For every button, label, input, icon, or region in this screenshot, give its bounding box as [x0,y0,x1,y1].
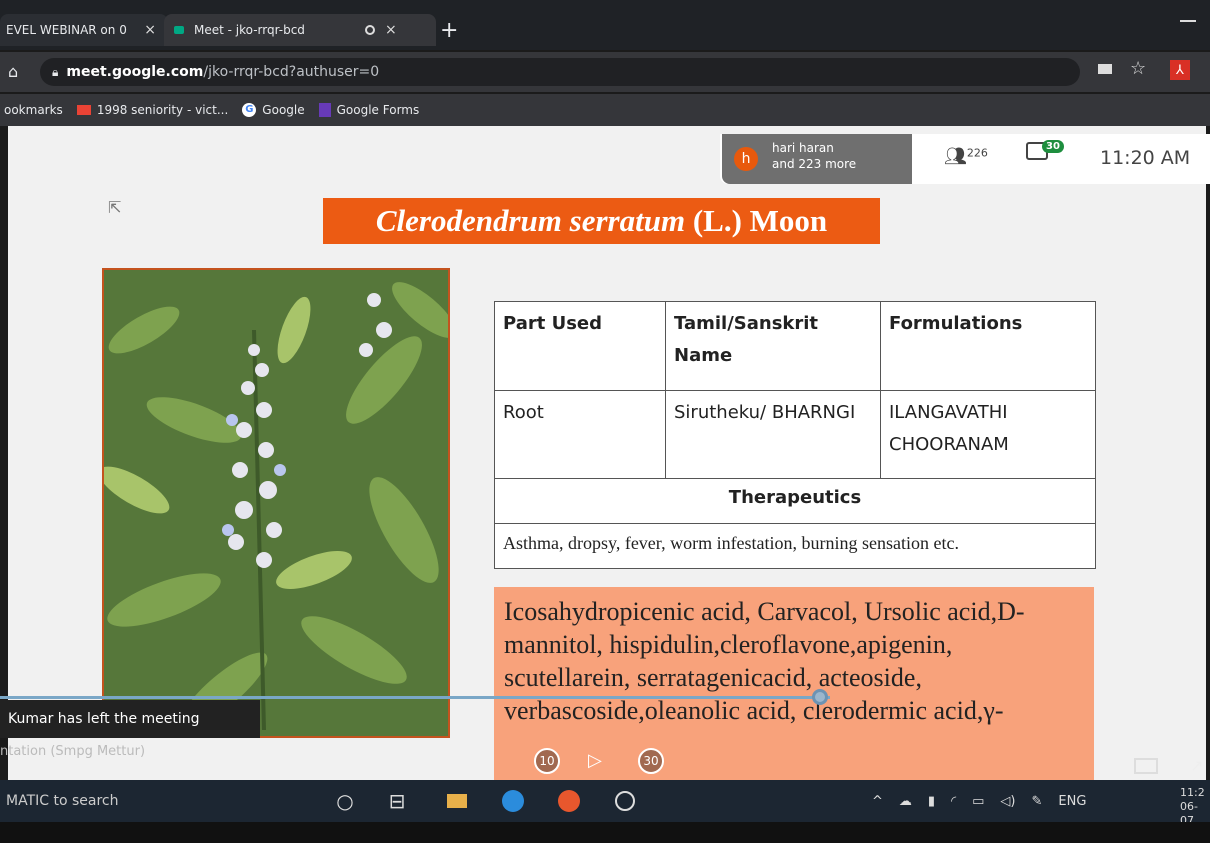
chat-button[interactable]: 30 [1026,140,1064,164]
progress-handle[interactable] [812,689,828,705]
table-header-row: Part Used Tamil/Sanskrit Name Formulatio… [494,301,1096,391]
google-icon: G [242,103,257,117]
bookmark-google-forms[interactable]: Google Forms [318,103,420,117]
minimize-icon[interactable] [1180,20,1196,22]
pen-icon[interactable]: ✎ [1031,794,1042,809]
participant-more: and 223 more [772,157,857,171]
people-button[interactable]: 👥︎226 [944,146,988,167]
close-icon[interactable]: × [144,22,156,38]
title-author: (L.) Moon [685,203,828,238]
star-icon[interactable]: ☆ [1130,58,1146,79]
cursor-icon: ⇱ [108,198,122,217]
tab-meet[interactable]: Meet - jko-rrqr-bcd × [164,14,436,46]
url-path: /jko-rrqr-bcd?authuser=0 [203,64,380,80]
recorder-icon[interactable] [612,788,638,814]
url-host: meet.google.com [66,64,204,80]
home-icon[interactable]: ⌂ [8,62,18,81]
info-table: Part Used Tamil/Sanskrit Name Formulatio… [494,301,1096,569]
participant-summary: hari haran and 223 more [772,140,856,172]
close-icon[interactable]: × [385,22,397,38]
table-row: Root Sirutheku/ BHARNGI ILANGAVATHI CHOO… [494,389,1096,480]
camera-icon[interactable] [1098,64,1112,74]
avatar: h [734,147,758,171]
url-field[interactable]: 🔒︎ meet.google.com/jko-rrqr-bcd?authuser… [40,58,1080,86]
system-tray: ^ ☁ ▮ ◜ ▭ ◁) ✎ ENG [872,788,1086,814]
therapeutics-label: Therapeutics [494,478,1096,525]
chat-count-badge: 30 [1042,140,1064,153]
bookmarks-label[interactable]: ookmarks [4,103,63,117]
header-name: Tamil/Sanskrit Name [665,301,881,391]
lock-icon: 🔒︎ [52,64,59,79]
slide-title: Clerodendrum serratum (L.) Moon [323,198,880,244]
title-species: Clerodendrum serratum [375,203,686,238]
tab-label: EVEL WEBINAR on 0 [6,23,127,37]
skip-back-icon[interactable]: 10 [534,748,560,774]
task-view-icon[interactable]: ⊟ [384,788,410,814]
cell-formulation: ILANGAVATHI CHOORANAM [880,389,1096,480]
header-part-used: Part Used [494,301,666,391]
plant-photo-art [104,270,448,736]
cloud-icon[interactable]: ☁ [899,794,912,809]
taskbar-search[interactable]: MATIC to search [0,780,320,822]
header-formulations: Formulations [880,301,1096,391]
clock-time: 11:2 [1180,786,1205,799]
therapeutics-text: Asthma, dropsy, fever, worm infestation,… [494,523,1096,569]
edge-icon[interactable] [500,788,526,814]
presenter-label: ntation (Smpg Mettur) [0,744,146,759]
bookmark-google[interactable]: G Google [242,103,305,117]
chevron-up-icon[interactable]: ^ [872,794,883,809]
people-icon: 👥︎ [944,146,967,167]
recording-icon [364,25,375,35]
monitor-bezel [0,822,1210,843]
plant-photo [102,268,450,738]
bookmark-label: Google Forms [336,103,420,117]
miniplayer-icon[interactable] [1134,758,1158,774]
bookmark-seniority[interactable]: 1998 seniority - vict... [76,103,229,117]
forms-icon [318,103,331,117]
bookmarks-bar: ookmarks 1998 seniority - vict... G Goog… [0,94,1210,126]
pdf-extension-icon[interactable]: ⅄ [1170,60,1190,80]
compounds-box: Icosahydropicenic acid, Carvacol, Ursoli… [494,587,1094,783]
new-tab-button[interactable]: + [440,18,458,43]
cortana-icon[interactable]: ○ [332,788,358,814]
table-row: Therapeutics [494,478,1096,525]
bookmark-label: 1998 seniority - vict... [96,103,229,117]
fullscreen-icon[interactable]: ↗ [1190,756,1203,775]
wifi-icon[interactable]: ◜ [951,794,956,809]
skip-forward-icon[interactable]: 30 [638,748,664,774]
file-explorer-icon[interactable] [444,788,470,814]
tab-label: Meet - jko-rrqr-bcd [194,23,305,37]
cell-name: Sirutheku/ BHARNGI [665,389,881,480]
participant-name: hari haran [772,141,834,155]
meet-tab-icon [174,26,184,34]
meeting-time: 11:20 AM [1100,147,1191,169]
battery-icon[interactable]: ▭ [972,794,984,809]
tab-webinar[interactable]: EVEL WEBINAR on 0 × [0,14,168,46]
play-icon[interactable]: ▷ [588,750,602,771]
table-row: Asthma, dropsy, fever, worm infestation,… [494,523,1096,569]
volume-icon[interactable]: ◁) [1000,794,1015,809]
mic-icon[interactable]: ▮ [928,794,935,809]
left-meeting-notice: Kumar has left the meeting [0,700,260,738]
bookmark-label: Google [262,103,305,117]
video-progress-bar[interactable] [0,696,830,699]
cell-part: Root [494,389,666,480]
people-count: 226 [966,146,988,160]
language-indicator[interactable]: ENG [1058,794,1086,809]
chrome-icon[interactable] [556,788,582,814]
gmail-icon [76,105,91,115]
